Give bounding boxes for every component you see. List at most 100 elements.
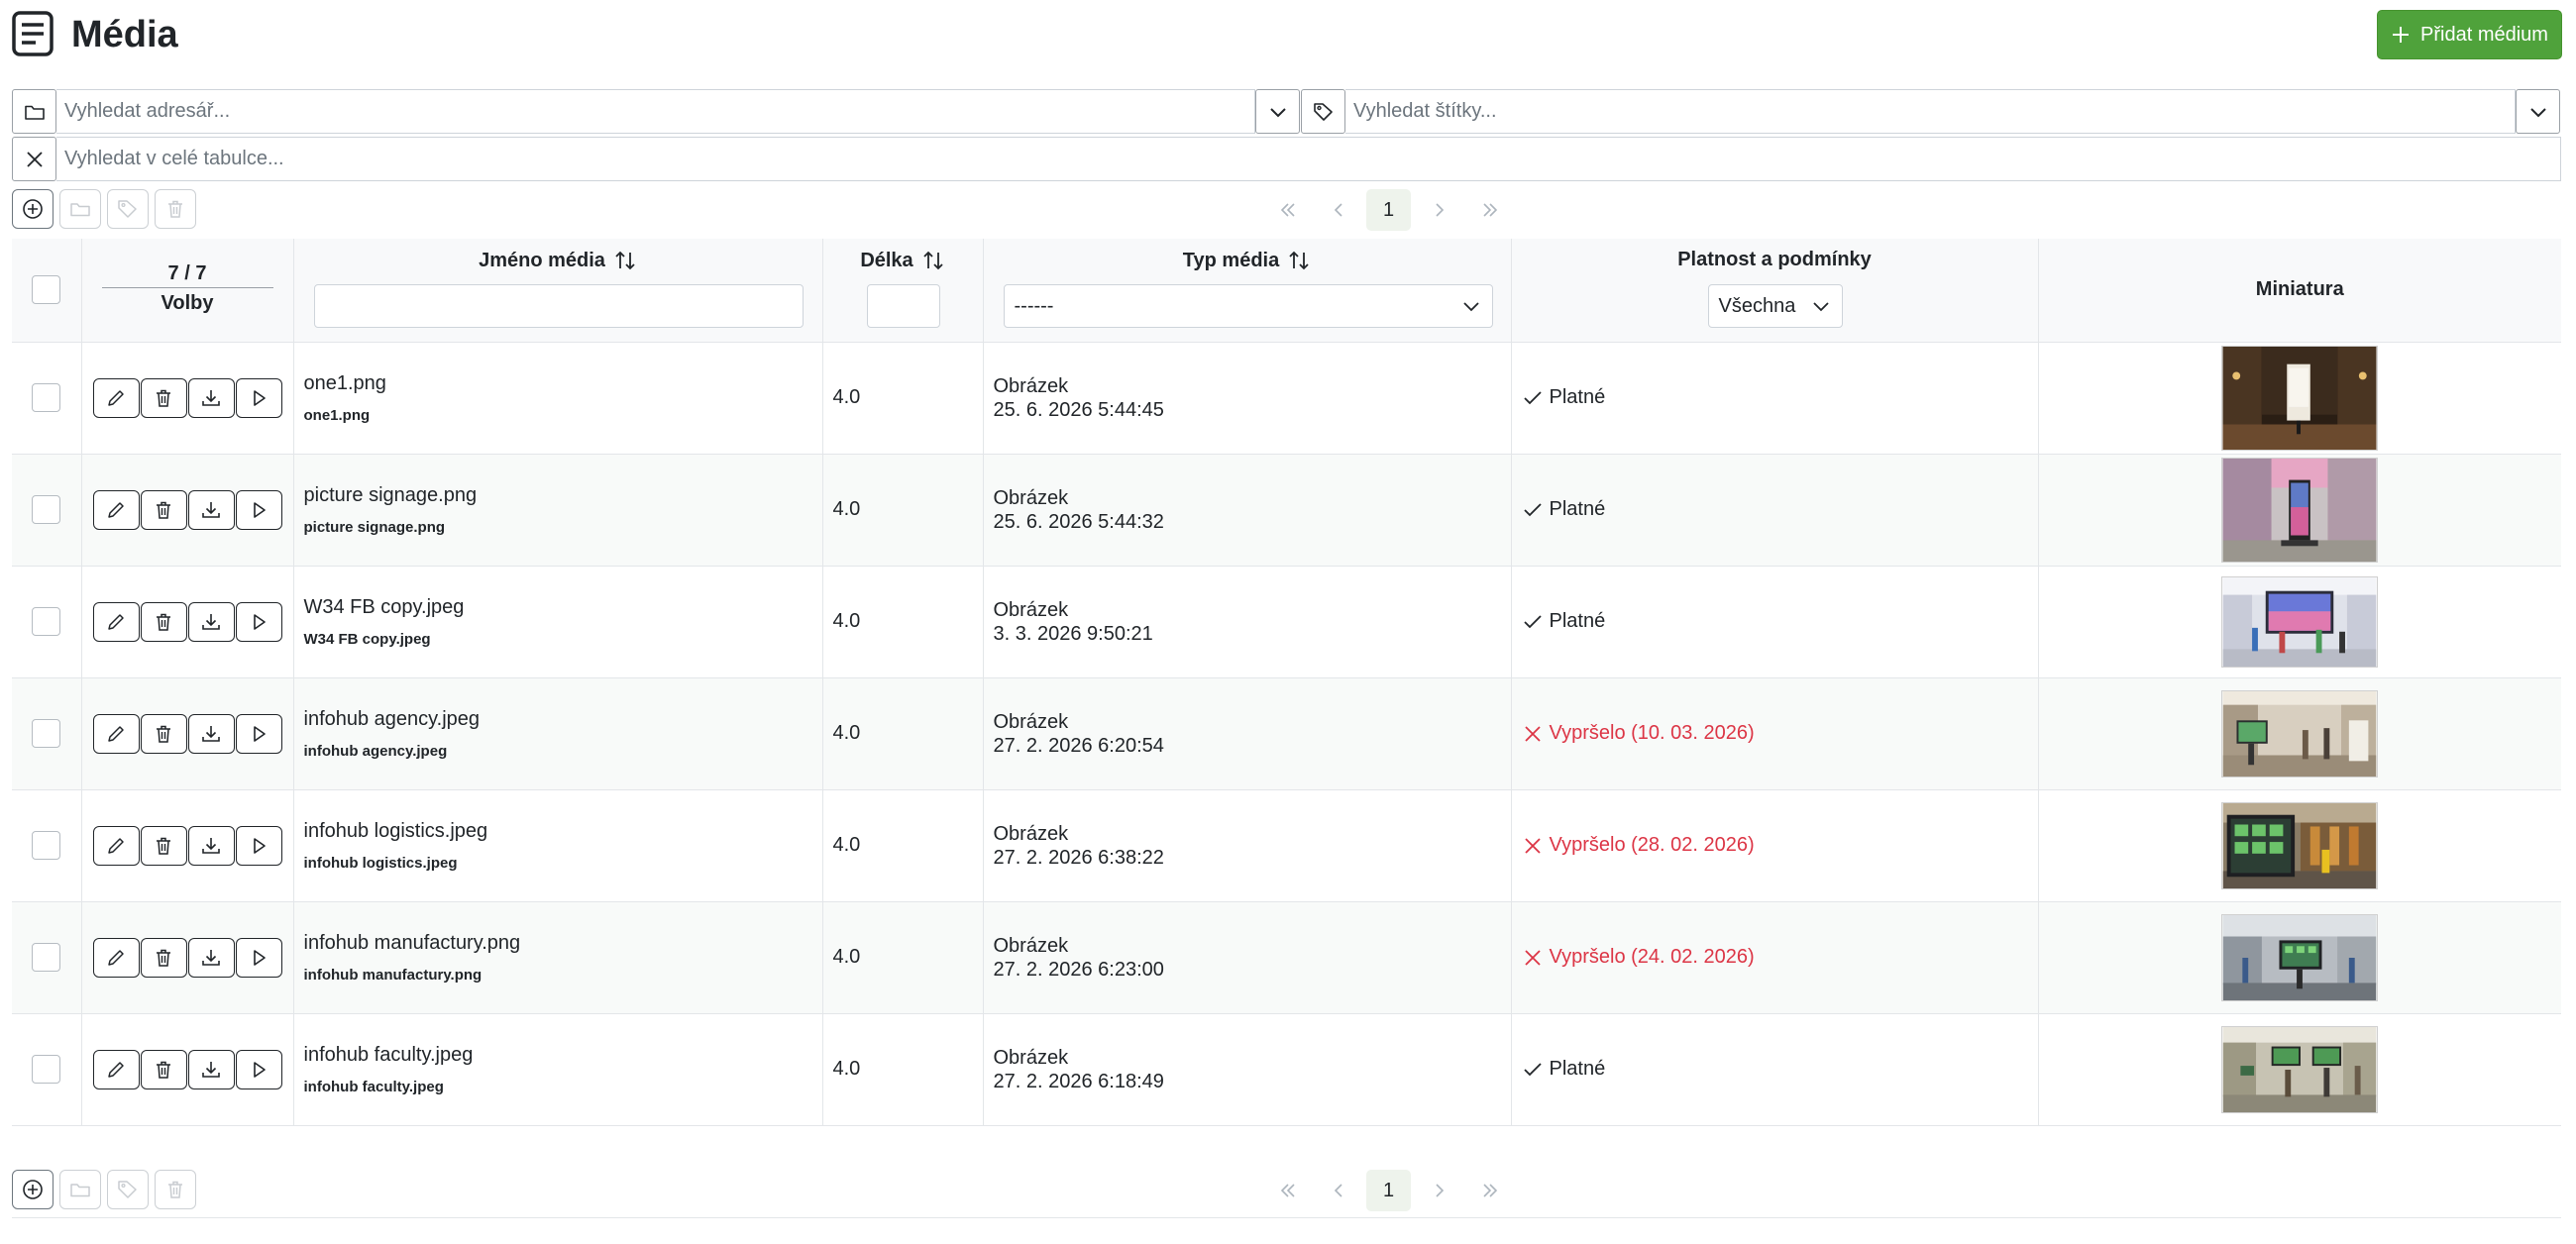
length-filter-input[interactable] [866, 284, 940, 328]
move-to-folder-button[interactable] [59, 189, 101, 229]
media-filename: infohub logistics.jpeg [303, 854, 458, 872]
sort-icon[interactable] [921, 249, 945, 272]
folder-filter-button[interactable] [12, 89, 56, 134]
edit-button[interactable] [92, 825, 140, 866]
table-search-input[interactable] [56, 137, 2561, 181]
delete-button[interactable] [140, 489, 187, 530]
play-button[interactable] [235, 825, 282, 866]
trash-icon [157, 389, 170, 407]
validity-filter-select[interactable]: Všechna [1707, 284, 1843, 328]
play-button[interactable] [235, 377, 282, 418]
sort-icon[interactable] [1287, 249, 1311, 272]
edit-button[interactable] [92, 713, 140, 754]
row-checkbox[interactable] [32, 383, 61, 412]
x-mark-icon [1524, 837, 1541, 854]
clear-search-button[interactable] [12, 137, 56, 181]
pencil-icon [108, 613, 124, 630]
sort-icon[interactable] [613, 249, 637, 272]
media-type: Obrázek [993, 934, 1069, 957]
folder-icon [70, 1184, 90, 1197]
play-button[interactable] [235, 713, 282, 754]
add-media-button[interactable]: Přidat médium [2377, 10, 2562, 59]
thumbnail-image[interactable] [2221, 575, 2379, 668]
assign-tags-button[interactable] [107, 1170, 149, 1209]
thumbnail-image[interactable] [2221, 689, 2379, 778]
delete-button[interactable] [140, 937, 187, 978]
row-checkbox[interactable] [32, 943, 61, 972]
row-checkbox[interactable] [32, 495, 61, 524]
edit-button[interactable] [92, 937, 140, 978]
name-column-header: Jméno média [293, 239, 823, 343]
row-checkbox[interactable] [32, 1055, 61, 1084]
next-page-button[interactable] [1417, 1170, 1461, 1211]
media-table: 7 / 7 Volby Jméno média Délka Typ média … [12, 239, 2561, 1126]
play-button[interactable] [235, 937, 282, 978]
play-button[interactable] [235, 601, 282, 642]
media-name: picture signage.png [303, 483, 478, 506]
trash-icon [157, 837, 170, 855]
delete-button[interactable] [140, 713, 187, 754]
bulk-delete-button[interactable] [155, 1170, 196, 1209]
play-button[interactable] [235, 489, 282, 530]
download-button[interactable] [187, 377, 235, 418]
tag-filter-button[interactable] [1301, 89, 1345, 134]
close-icon [26, 151, 43, 167]
thumbnail-image[interactable] [2221, 801, 2379, 889]
folder-search-input[interactable] [56, 89, 1255, 134]
add-row-button[interactable] [12, 189, 54, 229]
chevron-left-icon [1334, 203, 1342, 217]
tags-dropdown-toggle[interactable] [2516, 89, 2560, 134]
assign-tags-button[interactable] [107, 189, 149, 229]
row-checkbox[interactable] [32, 719, 61, 748]
download-button[interactable] [187, 601, 235, 642]
delete-button[interactable] [140, 1049, 187, 1089]
row-actions [82, 825, 293, 866]
prev-page-button[interactable] [1316, 189, 1360, 231]
name-filter-input[interactable] [313, 284, 804, 328]
media-filename: infohub faculty.jpeg [303, 1078, 444, 1095]
move-to-folder-button[interactable] [59, 1170, 101, 1209]
edit-button[interactable] [92, 489, 140, 530]
play-button[interactable] [235, 1049, 282, 1089]
pencil-icon [108, 949, 124, 966]
thumbnail-image[interactable] [2221, 345, 2379, 451]
delete-button[interactable] [140, 825, 187, 866]
first-page-button[interactable] [1265, 189, 1310, 231]
options-header: 7 / 7 Volby [81, 239, 294, 343]
current-page[interactable]: 1 [1366, 1170, 1411, 1211]
tag-icon [118, 1181, 137, 1198]
thumbnail-image[interactable] [2221, 913, 2379, 1001]
delete-button[interactable] [140, 377, 187, 418]
thumbnail-image[interactable] [2221, 457, 2379, 563]
add-row-button[interactable] [12, 1170, 54, 1209]
edit-button[interactable] [92, 601, 140, 642]
current-page[interactable]: 1 [1366, 189, 1411, 231]
tags-search-input[interactable] [1345, 89, 2516, 134]
play-icon [254, 501, 266, 518]
row-checkbox[interactable] [32, 831, 61, 860]
first-page-button[interactable] [1265, 1170, 1310, 1211]
download-icon [202, 949, 220, 966]
edit-button[interactable] [92, 377, 140, 418]
thumbnail-image[interactable] [2221, 1025, 2379, 1113]
download-button[interactable] [187, 713, 235, 754]
edit-button[interactable] [92, 1049, 140, 1089]
download-button[interactable] [187, 937, 235, 978]
last-page-button[interactable] [1467, 189, 1512, 231]
chevron-down-icon [1462, 302, 1479, 312]
next-page-button[interactable] [1417, 189, 1461, 231]
last-page-button[interactable] [1467, 1170, 1512, 1211]
delete-button[interactable] [140, 601, 187, 642]
download-button[interactable] [187, 1049, 235, 1089]
table-row: infohub manufactury.png infohub manufactu… [12, 901, 2561, 1014]
validity-filter-value: Všechna [1718, 294, 1796, 317]
type-filter-select[interactable]: ------ [1003, 284, 1493, 328]
validity-status: Vypršelo (28. 02. 2026) [1522, 834, 2038, 857]
row-checkbox[interactable] [32, 607, 61, 636]
folder-dropdown-toggle[interactable] [1255, 89, 1300, 134]
bulk-delete-button[interactable] [155, 189, 196, 229]
prev-page-button[interactable] [1316, 1170, 1360, 1211]
download-button[interactable] [187, 825, 235, 866]
download-button[interactable] [187, 489, 235, 530]
select-all-checkbox[interactable] [32, 275, 61, 305]
